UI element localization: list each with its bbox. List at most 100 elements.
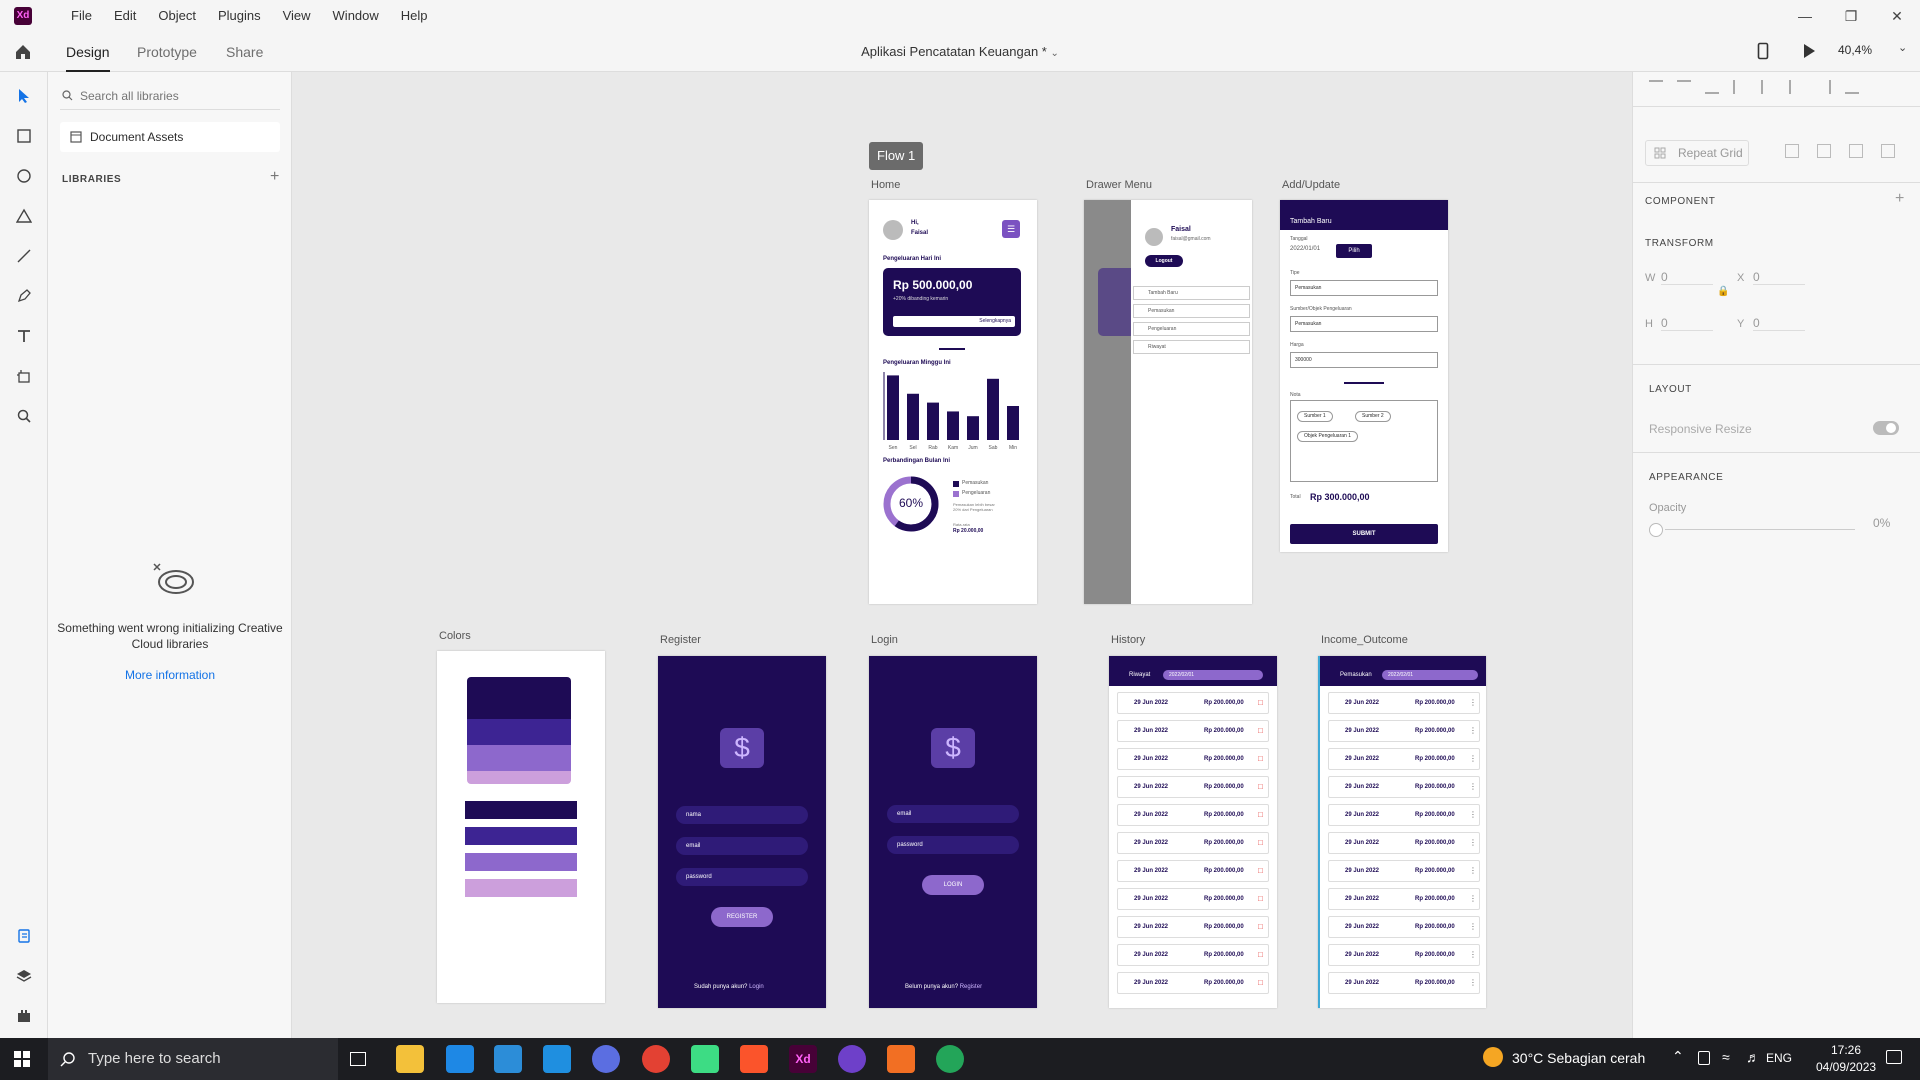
tab-prototype[interactable]: Prototype — [137, 32, 197, 72]
opacity-value[interactable]: 0% — [1873, 516, 1890, 530]
close-button[interactable]: ✕ — [1874, 0, 1920, 32]
menu-edit[interactable]: Edit — [103, 0, 147, 32]
income-date-filter[interactable]: 2022/02/01 — [1382, 670, 1478, 680]
list-item[interactable]: 29 Jun 2022 Rp 200.000,00 ⋮ — [1328, 860, 1480, 882]
list-item[interactable]: 29 Jun 2022 Rp 200.000,00 ⋮ — [1328, 972, 1480, 994]
artboard-label-colors[interactable]: Colors — [439, 630, 471, 642]
artboard-label-drawer[interactable]: Drawer Menu — [1086, 179, 1152, 191]
artboard-add-update[interactable]: Tambah Baru Tanggal 2022/01/01 Pilih Tip… — [1280, 200, 1448, 552]
boolean-subtract-icon[interactable] — [1817, 144, 1831, 158]
y-field[interactable]: 0 — [1753, 316, 1805, 331]
chrome-icon[interactable] — [642, 1045, 670, 1073]
list-item[interactable]: 29 Jun 2022 Rp 200.000,00 ⋮ — [1328, 748, 1480, 770]
password-input[interactable]: password — [676, 868, 808, 886]
delete-icon[interactable]: □ — [1258, 754, 1263, 763]
opacity-slider-track[interactable] — [1665, 529, 1855, 530]
add-library-icon[interactable]: + — [270, 168, 279, 186]
menu-icon[interactable]: ☰ — [1002, 220, 1020, 238]
type-select[interactable]: Pemasukan — [1290, 280, 1438, 296]
pen-tool-icon[interactable] — [12, 284, 36, 308]
lock-aspect-icon[interactable]: 🔒 — [1717, 286, 1729, 297]
name-input[interactable]: nama — [676, 806, 808, 824]
more-options-icon[interactable]: ⋮ — [1469, 838, 1477, 847]
delete-icon[interactable]: □ — [1258, 782, 1263, 791]
task-view-icon[interactable] — [350, 1052, 366, 1066]
text-tool-icon[interactable] — [12, 324, 36, 348]
menu-file[interactable]: File — [60, 0, 103, 32]
list-item[interactable]: 29 Jun 2022 Rp 200.000,00 □ — [1117, 776, 1269, 798]
mobile-preview-icon[interactable] — [1757, 42, 1769, 60]
chip[interactable]: Objek Pengeluaran 1 — [1297, 431, 1358, 442]
menu-object[interactable]: Object — [147, 0, 207, 32]
windows-start-icon[interactable] — [14, 1051, 30, 1067]
tab-design[interactable]: Design — [66, 32, 110, 72]
more-options-icon[interactable]: ⋮ — [1469, 698, 1477, 707]
align-middle-icon[interactable] — [1677, 80, 1691, 94]
polygon-tool-icon[interactable] — [12, 204, 36, 228]
responsive-resize-toggle[interactable] — [1873, 421, 1899, 435]
email-input[interactable]: email — [676, 837, 808, 855]
menu-view[interactable]: View — [272, 0, 322, 32]
drawer-item-income[interactable]: Pemasukan — [1133, 304, 1250, 318]
width-field[interactable]: 0 — [1661, 270, 1713, 285]
artboard-label-add[interactable]: Add/Update — [1282, 179, 1340, 191]
play-icon[interactable] — [1802, 43, 1816, 59]
artboard-label-login[interactable]: Login — [871, 634, 898, 646]
artboard-home[interactable]: Hi, Faisal ☰ Pengeluaran Hari Ini Rp 500… — [869, 200, 1037, 604]
list-item[interactable]: 29 Jun 2022 Rp 200.000,00 ⋮ — [1328, 916, 1480, 938]
menu-help[interactable]: Help — [390, 0, 439, 32]
see-more-button[interactable]: Selengkapnya — [893, 316, 1015, 327]
password-input[interactable]: password — [887, 836, 1019, 854]
drawer-item-add[interactable]: Tambah Baru — [1133, 286, 1250, 300]
more-options-icon[interactable]: ⋮ — [1469, 810, 1477, 819]
home-icon[interactable] — [14, 43, 32, 61]
library-search-input[interactable] — [80, 86, 275, 106]
adobe-xd-icon[interactable]: Xd — [789, 1045, 817, 1073]
delete-icon[interactable]: □ — [1258, 950, 1263, 959]
more-options-icon[interactable]: ⋮ — [1469, 978, 1477, 987]
list-item[interactable]: 29 Jun 2022 Rp 200.000,00 ⋮ — [1328, 692, 1480, 714]
list-item[interactable]: 29 Jun 2022 Rp 200.000,00 □ — [1117, 720, 1269, 742]
register-button[interactable]: REGISTER — [711, 907, 773, 927]
artboard-label-history[interactable]: History — [1111, 634, 1145, 646]
rectangle-tool-icon[interactable] — [12, 124, 36, 148]
delete-icon[interactable]: □ — [1258, 894, 1263, 903]
language-indicator[interactable]: ENG — [1766, 1051, 1792, 1065]
pick-date-button[interactable]: Pilih — [1336, 244, 1372, 258]
android-studio-icon[interactable] — [691, 1045, 719, 1073]
chip[interactable]: Sumber 2 — [1355, 411, 1391, 422]
volume-icon[interactable]: ♬ — [1746, 1049, 1760, 1065]
list-item[interactable]: 29 Jun 2022 Rp 200.000,00 □ — [1117, 916, 1269, 938]
distribute-vertical-icon[interactable] — [1733, 80, 1747, 94]
chip[interactable]: Sumber 1 — [1297, 411, 1333, 422]
artboard-tool-icon[interactable] — [12, 364, 36, 388]
list-item[interactable]: 29 Jun 2022 Rp 200.000,00 □ — [1117, 804, 1269, 826]
line-tool-icon[interactable] — [12, 244, 36, 268]
app-icon[interactable] — [936, 1045, 964, 1073]
drawer-item-history[interactable]: Riwayat — [1133, 340, 1250, 354]
align-top-icon[interactable] — [1649, 80, 1663, 94]
drawer-item-expense[interactable]: Pengeluaran — [1133, 322, 1250, 336]
delete-icon[interactable]: □ — [1258, 810, 1263, 819]
artboard-income-outcome[interactable]: Pemasukan 2022/02/01 29 Jun 2022 Rp 200.0… — [1318, 656, 1486, 1008]
delete-icon[interactable]: □ — [1258, 978, 1263, 987]
more-options-icon[interactable]: ⋮ — [1469, 782, 1477, 791]
artboard-register[interactable]: $ nama email password REGISTER Sudah pun… — [658, 656, 826, 1008]
more-information-link[interactable]: More information — [56, 668, 284, 682]
list-item[interactable]: 29 Jun 2022 Rp 200.000,00 □ — [1117, 832, 1269, 854]
zoom-tool-icon[interactable] — [12, 404, 36, 428]
list-item[interactable]: 29 Jun 2022 Rp 200.000,00 □ — [1117, 888, 1269, 910]
ellipse-tool-icon[interactable] — [12, 164, 36, 188]
align-center-icon[interactable] — [1789, 80, 1803, 94]
file-explorer-icon[interactable] — [396, 1045, 424, 1073]
artboard-history[interactable]: Riwayat 2022/02/01 29 Jun 2022 Rp 200.000… — [1109, 656, 1277, 1008]
login-link[interactable]: Login — [749, 984, 764, 990]
source-input[interactable]: Pemasukan — [1290, 316, 1438, 332]
weather-text[interactable]: 30°C Sebagian cerah — [1512, 1050, 1645, 1066]
artboard-label-register[interactable]: Register — [660, 634, 701, 646]
price-input[interactable]: 300000 — [1290, 352, 1438, 368]
opacity-slider-handle[interactable] — [1649, 523, 1663, 537]
plugins-icon[interactable] — [12, 1004, 36, 1028]
design-canvas[interactable]: Flow 1 Home Hi, Faisal ☰ Pengeluaran Har… — [292, 72, 1632, 1038]
more-options-icon[interactable]: ⋮ — [1469, 894, 1477, 903]
